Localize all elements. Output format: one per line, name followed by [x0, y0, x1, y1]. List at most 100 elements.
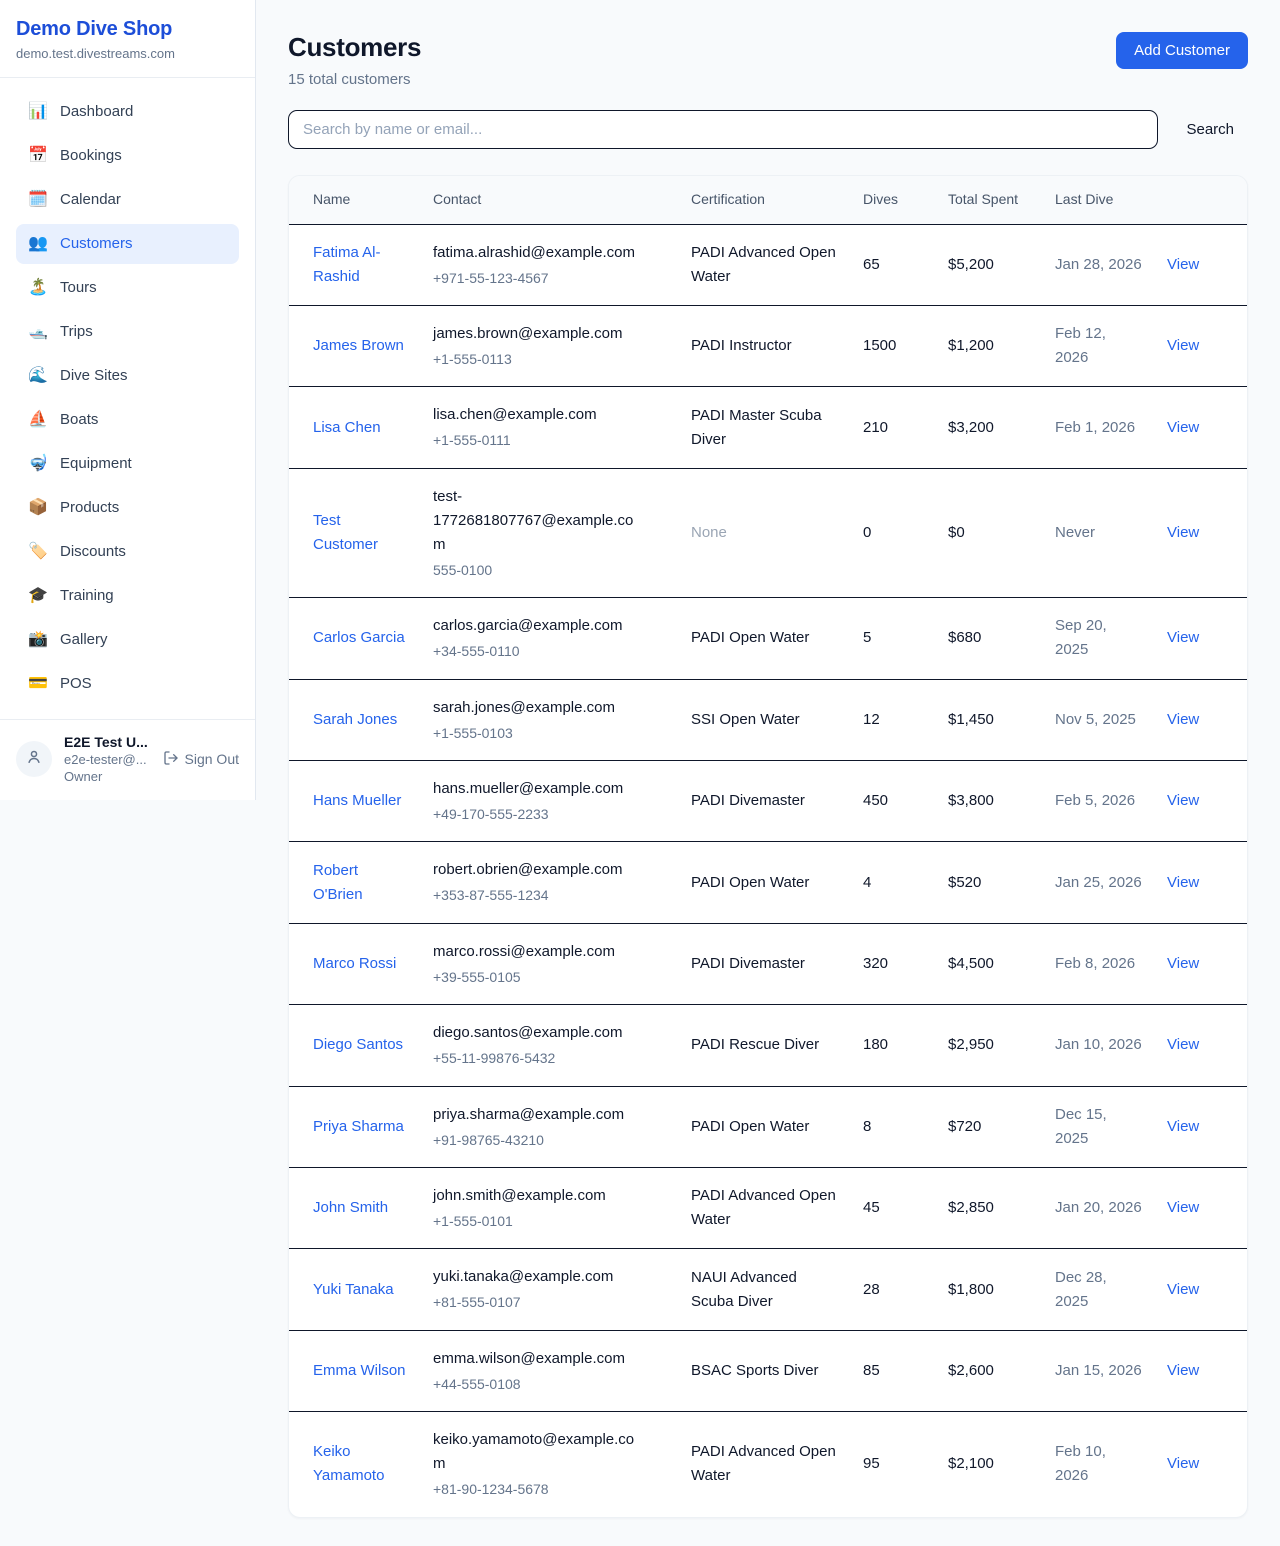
sidebar-item-trips[interactable]: 🛥️ Trips [16, 312, 239, 352]
customer-name-link[interactable]: Sarah Jones [313, 711, 397, 728]
view-link[interactable]: View [1167, 1455, 1199, 1472]
sidebar-item-dashboard[interactable]: 📊 Dashboard [16, 92, 239, 132]
view-link[interactable]: View [1167, 1199, 1199, 1216]
customer-email: yuki.tanaka@example.com [433, 1265, 645, 1289]
customer-total-spent: $3,200 [948, 419, 994, 436]
customer-total-spent: $2,600 [948, 1362, 994, 1379]
customer-certification: PADI Divemaster [691, 792, 805, 809]
customer-email: carlos.garcia@example.com [433, 614, 645, 638]
sidebar-item-gallery[interactable]: 📸 Gallery [16, 620, 239, 660]
add-customer-button[interactable]: Add Customer [1116, 32, 1248, 69]
products-icon: 📦 [28, 498, 48, 518]
customer-last-dive: Never [1055, 524, 1095, 541]
sidebar-item-tours[interactable]: 🏝️ Tours [16, 268, 239, 308]
bookings-icon: 📅 [28, 146, 48, 166]
customer-certification: PADI Advanced Open Water [691, 1187, 836, 1228]
user-name: E2E Test U... [64, 734, 151, 750]
customers-table-card: Name Contact Certification Dives Total S… [288, 175, 1248, 1518]
customer-name-link[interactable]: Lisa Chen [313, 419, 381, 436]
customer-last-dive: Feb 10, 2026 [1055, 1443, 1106, 1484]
table-row: Emma Wilson emma.wilson@example.com +44-… [289, 1330, 1248, 1411]
customer-dives: 28 [863, 1281, 880, 1298]
column-header-last-dive: Last Dive [1043, 176, 1155, 224]
customer-certification: PADI Open Water [691, 1118, 809, 1135]
customer-name-link[interactable]: John Smith [313, 1199, 388, 1216]
view-link[interactable]: View [1167, 955, 1199, 972]
sign-out-label: Sign Out [185, 751, 239, 767]
customer-certification: SSI Open Water [691, 711, 800, 728]
user-email: e2e-tester@... [64, 752, 151, 767]
sidebar-item-calendar[interactable]: 🗓️ Calendar [16, 180, 239, 220]
customer-name-link[interactable]: Priya Sharma [313, 1118, 404, 1135]
person-icon [25, 748, 43, 771]
view-link[interactable]: View [1167, 711, 1199, 728]
customer-phone: +81-90-1234-5678 [433, 1478, 667, 1500]
table-row: Sarah Jones sarah.jones@example.com +1-5… [289, 679, 1248, 760]
discounts-icon: 🏷️ [28, 542, 48, 562]
view-link[interactable]: View [1167, 874, 1199, 891]
customer-total-spent: $520 [948, 874, 981, 891]
column-header-dives: Dives [851, 176, 936, 224]
customer-last-dive: Jan 25, 2026 [1055, 874, 1142, 891]
table-row: James Brown james.brown@example.com +1-5… [289, 306, 1248, 387]
customer-name-link[interactable]: Keiko Yamamoto [313, 1443, 384, 1484]
sidebar-item-customers[interactable]: 👥 Customers [16, 224, 239, 264]
sidebar-item-dive-sites[interactable]: 🌊 Dive Sites [16, 356, 239, 396]
customer-name-link[interactable]: Hans Mueller [313, 792, 401, 809]
view-link[interactable]: View [1167, 256, 1199, 273]
sidebar-item-bookings[interactable]: 📅 Bookings [16, 136, 239, 176]
sidebar-item-products[interactable]: 📦 Products [16, 488, 239, 528]
customer-name-link[interactable]: Emma Wilson [313, 1362, 406, 1379]
sidebar-item-discounts[interactable]: 🏷️ Discounts [16, 532, 239, 572]
user-role: Owner [64, 769, 151, 784]
customer-email: fatima.alrashid@example.com [433, 241, 645, 265]
customer-total-spent: $5,200 [948, 256, 994, 273]
sidebar-item-boats[interactable]: ⛵ Boats [16, 400, 239, 440]
sidebar-item-pos[interactable]: 💳 POS [16, 664, 239, 704]
table-row: Diego Santos diego.santos@example.com +5… [289, 1005, 1248, 1086]
search-row: Search [288, 110, 1248, 149]
sidebar-item-equipment[interactable]: 🤿 Equipment [16, 444, 239, 484]
column-header-contact: Contact [421, 176, 679, 224]
view-link[interactable]: View [1167, 419, 1199, 436]
view-link[interactable]: View [1167, 1281, 1199, 1298]
shop-domain: demo.test.divestreams.com [16, 46, 239, 61]
customer-dives: 0 [863, 524, 871, 541]
sign-out-icon [163, 750, 179, 769]
sign-out-button[interactable]: Sign Out [163, 750, 239, 769]
customer-last-dive: Feb 8, 2026 [1055, 955, 1135, 972]
customer-phone: +49-170-555-2233 [433, 803, 667, 825]
customer-dives: 4 [863, 874, 871, 891]
view-link[interactable]: View [1167, 524, 1199, 541]
table-header-row: Name Contact Certification Dives Total S… [289, 176, 1248, 224]
view-link[interactable]: View [1167, 629, 1199, 646]
page-title: Customers [288, 32, 421, 63]
customer-total-spent: $1,800 [948, 1281, 994, 1298]
training-icon: 🎓 [28, 586, 48, 606]
boats-icon: ⛵ [28, 410, 48, 430]
customer-name-link[interactable]: Carlos Garcia [313, 629, 405, 646]
customer-certification: PADI Master Scuba Diver [691, 407, 822, 448]
search-button[interactable]: Search [1172, 113, 1248, 146]
sidebar-user-section: E2E Test U... e2e-tester@... Owner Sign … [0, 719, 255, 800]
customer-name-link[interactable]: Fatima Al-Rashid [313, 244, 381, 285]
view-link[interactable]: View [1167, 1118, 1199, 1135]
view-link[interactable]: View [1167, 337, 1199, 354]
customer-last-dive: Dec 28, 2025 [1055, 1269, 1107, 1310]
view-link[interactable]: View [1167, 1036, 1199, 1053]
search-input[interactable] [288, 110, 1158, 149]
table-row: Marco Rossi marco.rossi@example.com +39-… [289, 923, 1248, 1004]
customer-name-link[interactable]: Diego Santos [313, 1036, 403, 1053]
customer-name-link[interactable]: Marco Rossi [313, 955, 396, 972]
customer-certification: PADI Instructor [691, 337, 792, 354]
view-link[interactable]: View [1167, 1362, 1199, 1379]
customer-dives: 1500 [863, 337, 896, 354]
customer-name-link[interactable]: Test Customer [313, 512, 378, 553]
sidebar-item-training[interactable]: 🎓 Training [16, 576, 239, 616]
view-link[interactable]: View [1167, 792, 1199, 809]
customer-name-link[interactable]: James Brown [313, 337, 404, 354]
customer-name-link[interactable]: Robert O'Brien [313, 862, 363, 903]
customer-last-dive: Feb 1, 2026 [1055, 419, 1135, 436]
table-row: Keiko Yamamoto keiko.yamamoto@example.co… [289, 1412, 1248, 1517]
customer-name-link[interactable]: Yuki Tanaka [313, 1281, 394, 1298]
